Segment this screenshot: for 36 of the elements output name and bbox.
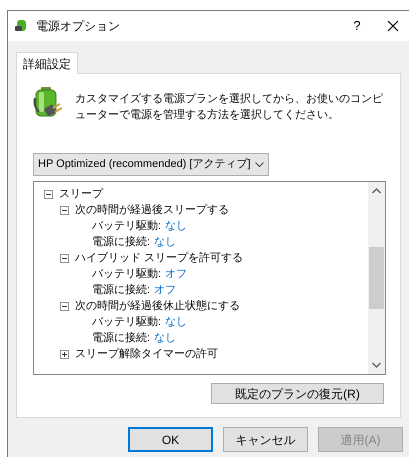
- collapse-icon[interactable]: [60, 302, 69, 310]
- collapse-icon[interactable]: [60, 206, 69, 214]
- tree-item-label[interactable]: 電源に接続:: [92, 235, 150, 249]
- tree-item-label[interactable]: ハイブリッド スリープを許可する: [75, 251, 244, 265]
- tree-item-label[interactable]: 電源に接続:: [92, 331, 150, 345]
- setting-value-link[interactable]: なし: [154, 331, 176, 345]
- collapse-icon[interactable]: [60, 254, 69, 262]
- tree-item-label[interactable]: スリープ解除タイマーの許可: [75, 347, 218, 361]
- tree-item-label[interactable]: バッテリ駆動:: [92, 315, 162, 329]
- scroll-down-icon[interactable]: [372, 362, 381, 368]
- tree-item-label[interactable]: バッテリ駆動:: [92, 267, 162, 281]
- setting-value-link[interactable]: なし: [154, 235, 176, 249]
- dialog-button[interactable]: OK: [128, 427, 213, 452]
- plan-dropdown[interactable]: HP Optimized (recommended) [アクティブ]: [33, 153, 269, 176]
- setting-value-link[interactable]: オフ: [165, 267, 188, 281]
- tree-item-label[interactable]: 次の時間が経過後休止状態にする: [75, 299, 240, 313]
- tree-item-label[interactable]: 次の時間が経過後スリープする: [75, 203, 229, 217]
- collapse-icon[interactable]: [44, 190, 53, 198]
- help-button[interactable]: ?: [337, 16, 377, 36]
- setting-value-link[interactable]: オフ: [154, 283, 176, 297]
- tree-item-label[interactable]: バッテリ駆動:: [92, 219, 162, 233]
- dialog-button[interactable]: キャンセル: [223, 427, 308, 452]
- restore-defaults-button[interactable]: 既定のプランの復元(R): [211, 383, 384, 404]
- tab[interactable]: 詳細設定: [16, 52, 78, 74]
- scrollbar-thumb[interactable]: [369, 247, 384, 309]
- tree-item-label[interactable]: スリープ: [59, 187, 103, 201]
- window-title: 電源オプション: [36, 18, 120, 35]
- description-text: カスタマイズする電源プランを選択してから、お使いのコンピューターで電源を管理する方法を選択してください。: [74, 92, 384, 123]
- scrollbar[interactable]: [368, 182, 385, 374]
- tree-item-label[interactable]: 電源に接続:: [92, 283, 150, 297]
- setting-value-link[interactable]: なし: [165, 315, 188, 329]
- scroll-up-icon[interactable]: [372, 188, 381, 194]
- close-icon[interactable]: [387, 20, 399, 32]
- setting-value-link[interactable]: なし: [165, 219, 188, 233]
- chevron-down-icon: [254, 162, 264, 168]
- expand-icon[interactable]: [60, 350, 69, 358]
